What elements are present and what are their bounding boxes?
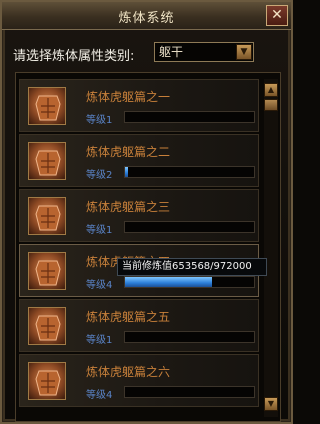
list-item[interactable]: 炼体虎躯篇之三 等级1 [19, 189, 259, 242]
list-item[interactable]: 炼体虎躯篇之五 等级1 [19, 299, 259, 352]
window-title: 炼体系统 [118, 11, 175, 26]
torso-armor-icon [28, 362, 66, 400]
scroll-thumb[interactable] [264, 99, 278, 111]
torso-armor-icon [28, 197, 66, 235]
scrollbar[interactable]: ▲ ▼ [264, 79, 278, 417]
item-name: 炼体虎躯篇之二 [86, 145, 171, 159]
close-icon[interactable]: ✕ [266, 5, 288, 26]
item-name: 炼体虎躯篇之一 [86, 90, 171, 104]
item-name: 炼体虎躯篇之六 [86, 365, 171, 379]
item-level: 等级4 [86, 390, 113, 401]
item-level: 等级1 [86, 115, 113, 126]
progress-bar [124, 111, 255, 123]
progress-fill [125, 277, 212, 287]
category-select[interactable]: 躯干 ▼ [154, 42, 254, 62]
torso-armor-icon [28, 87, 66, 125]
category-label: 请选择炼体属性类别: [13, 49, 135, 64]
torso-armor-icon [28, 307, 66, 345]
item-name: 炼体虎躯篇之五 [86, 310, 171, 324]
progress-bar [124, 166, 255, 178]
progress-bar [124, 221, 255, 233]
list-item[interactable]: 炼体虎躯篇之一 等级1 [19, 79, 259, 132]
item-level: 等级1 [86, 225, 113, 236]
list-item[interactable]: 炼体虎躯篇之六 等级4 [19, 354, 259, 407]
item-name: 炼体虎躯篇之三 [86, 200, 171, 214]
category-select-value: 躯干 [159, 45, 184, 59]
item-level: 等级1 [86, 335, 113, 346]
progress-fill [125, 167, 128, 177]
list-item[interactable]: 炼体虎躯篇之二 等级2 [19, 134, 259, 187]
refining-system-window: 炼体系统 ✕ 请选择炼体属性类别: 躯干 ▼ 炼体虎躯篇之一 等级1 炼体虎躯篇… [0, 0, 293, 424]
title-bar[interactable]: 炼体系统 ✕ [2, 2, 291, 30]
chevron-down-icon[interactable]: ▼ [236, 44, 252, 60]
skill-list: 炼体虎躯篇之一 等级1 炼体虎躯篇之二 等级2 炼体虎躯篇之三 等级1 炼体虎躯… [15, 72, 281, 422]
progress-bar [124, 331, 255, 343]
scroll-down-icon[interactable]: ▼ [264, 397, 278, 411]
torso-armor-icon [28, 252, 66, 290]
torso-armor-icon [28, 142, 66, 180]
scroll-up-icon[interactable]: ▲ [264, 83, 278, 97]
cultivation-tooltip: 当前修炼值653568/972000 [117, 258, 267, 276]
progress-bar [124, 276, 255, 288]
item-level: 等级2 [86, 170, 113, 181]
progress-bar [124, 386, 255, 398]
item-level: 等级4 [86, 280, 113, 291]
